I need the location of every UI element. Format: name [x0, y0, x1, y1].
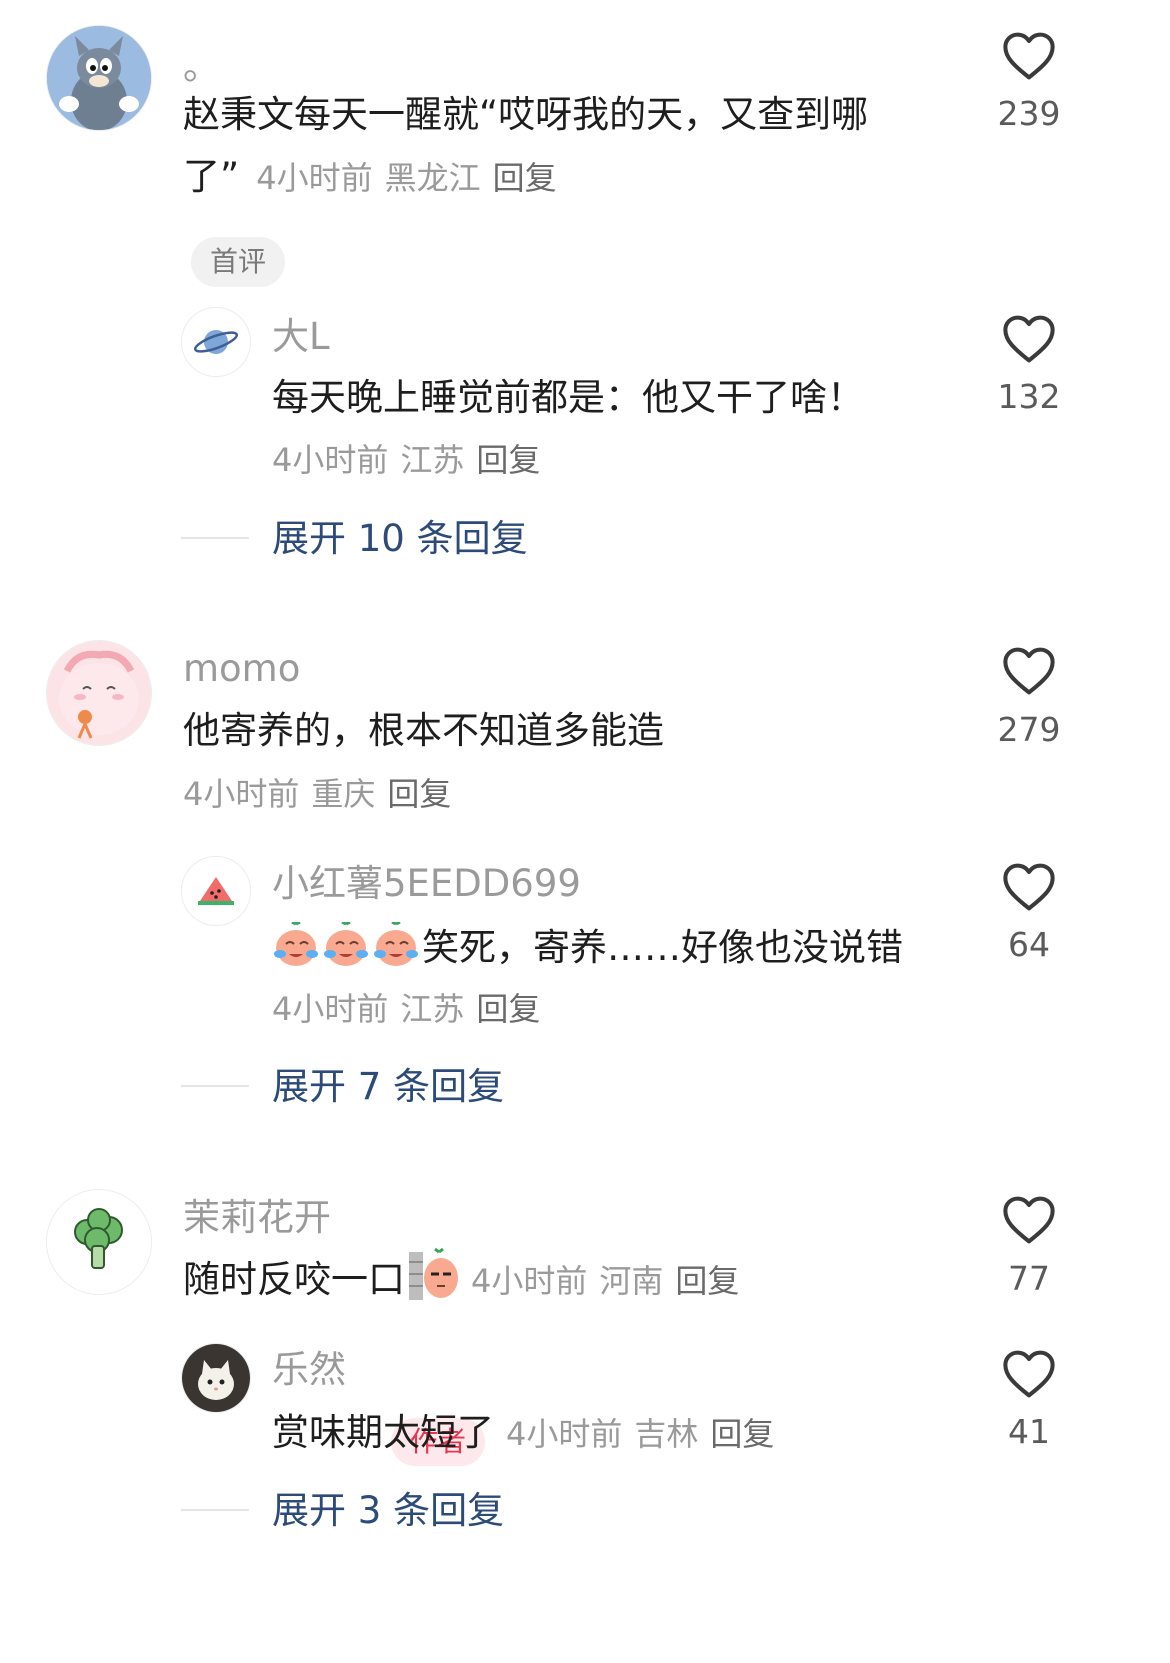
expand-divider	[181, 1509, 249, 1511]
reply-text: 赏味期太短了	[272, 1411, 494, 1454]
watermelon-avatar-icon	[182, 857, 250, 925]
reply-button[interactable]: 回复	[387, 775, 451, 813]
reply-meta: 4小时前 江苏 回复	[272, 993, 552, 1025]
comment-text: 他寄养的，根本不知道多能造	[183, 709, 664, 752]
reply-button[interactable]: 回复	[493, 159, 557, 197]
comment-location: 重庆	[311, 775, 376, 813]
reply-username[interactable]: 乐然	[272, 1351, 346, 1388]
heart-icon[interactable]	[1002, 314, 1056, 364]
like-count: 41	[1008, 1412, 1050, 1451]
pink-character-avatar-icon	[47, 641, 151, 745]
heart-icon[interactable]	[1002, 31, 1056, 81]
reply-time: 4小时前	[506, 1415, 623, 1453]
like-count: 64	[1008, 925, 1050, 964]
comment-text-line2: 了”	[183, 155, 240, 198]
username[interactable]: momo	[183, 650, 300, 687]
comment-location: 黑龙江	[384, 159, 481, 197]
comment-meta: 4小时前 重庆 回复	[183, 778, 463, 810]
avatar[interactable]	[181, 856, 251, 926]
avatar[interactable]	[46, 640, 152, 746]
reply-button[interactable]: 回复	[710, 1415, 774, 1453]
comment-time: 4小时前	[183, 775, 300, 813]
like-count: 279	[997, 710, 1061, 749]
white-cat-photo-avatar-icon	[182, 1344, 250, 1412]
like-count: 239	[997, 94, 1061, 133]
avatar[interactable]	[46, 25, 152, 131]
heart-icon[interactable]	[1002, 1349, 1056, 1399]
expand-replies-button[interactable]: 展开 7 条回复	[272, 1068, 504, 1105]
comment-location: 河南	[599, 1262, 664, 1300]
peeking-emoji-icon	[409, 1247, 459, 1303]
reply-button[interactable]: 回复	[476, 441, 540, 479]
heart-icon[interactable]	[1002, 646, 1056, 696]
reply-text: 每天晚上睡觉前都是：他又干了啥！	[272, 376, 864, 419]
expand-replies-button[interactable]: 展开 3 条回复	[272, 1492, 504, 1529]
avatar[interactable]	[181, 307, 251, 377]
heart-icon[interactable]	[1002, 1195, 1056, 1245]
reply-text: 笑死，寄养……好像也没说错	[422, 926, 903, 969]
comment-text-row: 随时反咬一口 4小时前 河南 回复	[183, 1247, 751, 1303]
reply-text-row: 赏味期太短了 4小时前 吉林 回复	[272, 1414, 786, 1451]
username[interactable]: 茉莉花开	[183, 1199, 331, 1236]
reply-username[interactable]: 大L	[272, 318, 330, 355]
reply-button[interactable]: 回复	[476, 990, 540, 1028]
comment-meta: 4小时前 河南 回复	[471, 1262, 751, 1300]
reply-location: 江苏	[400, 441, 465, 479]
like-count: 77	[1008, 1259, 1050, 1298]
comment-meta: 4小时前 黑龙江 回复	[256, 159, 568, 197]
planet-avatar-icon	[182, 308, 250, 376]
broccoli-avatar-icon	[47, 1190, 151, 1294]
reply-location: 江苏	[400, 990, 465, 1028]
reply-text-row: 笑死，寄养……好像也没说错	[272, 920, 903, 971]
reply-time: 4小时前	[272, 441, 389, 479]
cartoon-cat-avatar-icon	[47, 26, 151, 130]
reply-username[interactable]: 小红薯5EEDD699	[272, 865, 581, 902]
avatar[interactable]	[181, 1343, 251, 1413]
expand-divider	[181, 1085, 249, 1087]
expand-divider	[181, 537, 249, 539]
comment-time: 4小时前	[256, 159, 373, 197]
comment-time: 4小时前	[471, 1262, 588, 1300]
reply-time: 4小时前	[272, 990, 389, 1028]
first-comment-badge: 首评	[191, 237, 285, 287]
avatar[interactable]	[46, 1189, 152, 1295]
heart-icon[interactable]	[1002, 862, 1056, 912]
comment-text: 随时反咬一口	[183, 1258, 405, 1301]
reply-meta: 4小时前 江苏 回复	[272, 444, 552, 476]
like-count: 132	[997, 377, 1061, 416]
reply-location: 吉林	[634, 1415, 699, 1453]
reply-meta: 4小时前 吉林 回复	[506, 1415, 786, 1453]
crying-laughing-emoji-icon	[272, 920, 422, 971]
reply-button[interactable]: 回复	[675, 1262, 739, 1300]
expand-replies-button[interactable]: 展开 10 条回复	[272, 520, 528, 557]
username[interactable]: 。	[183, 48, 220, 85]
comment-text-line1: 赵秉文每天一醒就“哎呀我的天，又查到哪	[183, 93, 869, 136]
